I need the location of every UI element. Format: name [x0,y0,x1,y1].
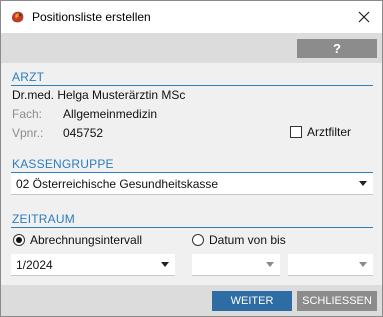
interval-select[interactable]: 1/2024 [11,254,175,276]
vpnr-value: 045752 [63,126,104,140]
chevron-down-icon [359,262,367,267]
help-button[interactable]: ? [297,39,377,58]
close-button[interactable] [352,5,376,29]
fach-label: Fach: [12,107,43,121]
arztfilter-checkbox[interactable] [290,126,302,138]
dialog-window: Positionsliste erstellen ? ARZT Dr.med. … [0,0,383,317]
window-title: Positionsliste erstellen [32,10,151,24]
help-toolbar: ? [1,33,382,63]
section-heading-zeitraum: ZEITRAUM [12,212,75,226]
radio-abrechnungsintervall[interactable] [13,234,25,246]
dialog-footer: WEITER SCHLIESSEN [1,285,382,316]
chevron-down-icon [266,262,274,267]
close-icon [358,11,370,23]
section-divider [11,227,373,228]
chevron-down-icon [161,262,169,267]
vpnr-label: Vpnr.: [12,126,44,140]
radio-abrechnungsintervall-label[interactable]: Abrechnungsintervall [30,233,142,247]
kassengruppe-select[interactable]: 02 Österreichische Gesundheitskasse [11,173,373,195]
date-from-select[interactable] [192,254,280,276]
title-bar: Positionsliste erstellen [1,1,382,33]
radio-datum-von-bis[interactable] [192,234,204,246]
section-heading-arzt: ARZT [12,70,45,84]
interval-selected-value: 1/2024 [16,258,53,272]
app-logo-icon [10,9,26,25]
chevron-down-icon [359,181,367,186]
weiter-button[interactable]: WEITER [212,291,292,311]
date-to-select[interactable] [288,254,373,276]
section-heading-kassengruppe: KASSENGRUPPE [12,157,114,171]
schliessen-button[interactable]: SCHLIESSEN [297,291,377,311]
fach-value: Allgemeinmedizin [63,107,158,121]
doctor-name: Dr.med. Helga Musterärztin MSc [12,88,186,102]
arztfilter-label[interactable]: Arztfilter [307,125,351,139]
radio-datum-von-bis-label[interactable]: Datum von bis [209,233,286,247]
kassengruppe-selected-value: 02 Österreichische Gesundheitskasse [16,177,219,191]
section-divider [11,85,373,86]
